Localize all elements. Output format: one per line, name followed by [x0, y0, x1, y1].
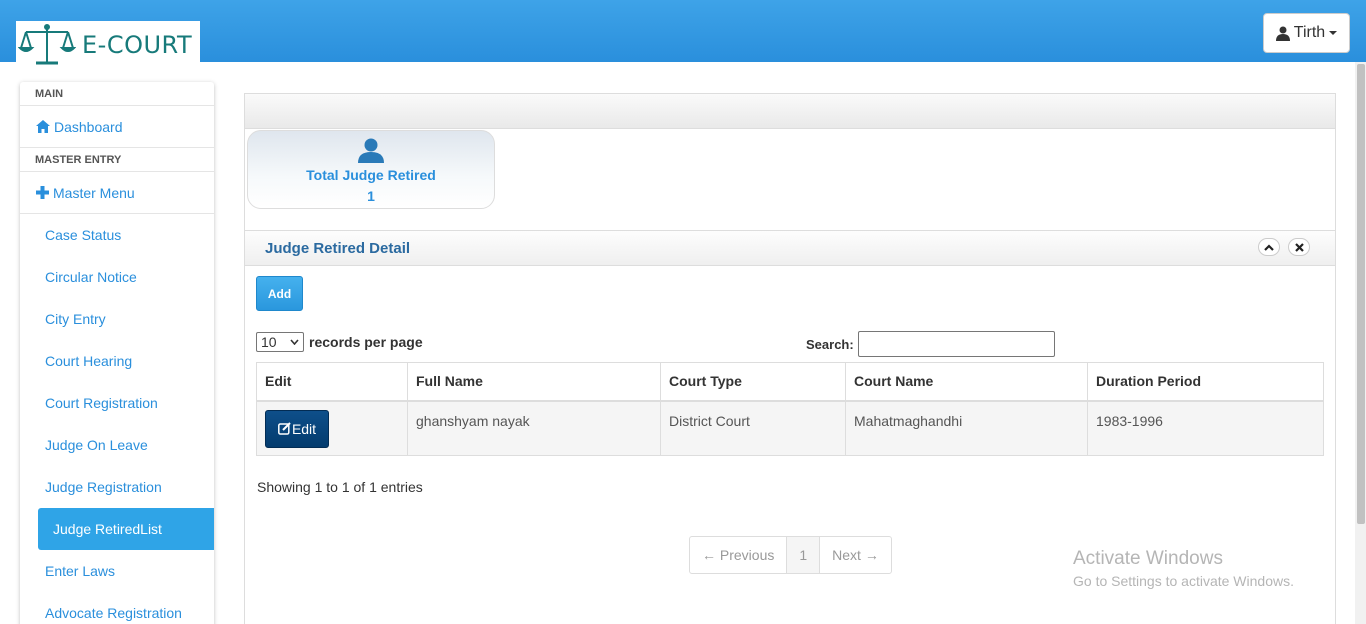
sidebar-item-judge-on-leave[interactable]: Judge On Leave [20, 424, 214, 466]
main-content: Total Judge Retired 1 Judge Retired Deta… [244, 93, 1336, 624]
chevron-down-icon [290, 339, 299, 345]
column-header-full-name[interactable]: Full Name [407, 362, 661, 402]
user-icon [358, 137, 384, 166]
pagination: ← Previous 1 Next → [689, 536, 892, 574]
top-navbar [0, 0, 1366, 62]
plus-icon [36, 186, 49, 199]
panel-header: Judge Retired Detail [245, 231, 1335, 266]
close-panel-button[interactable] [1288, 238, 1310, 256]
sidebar-item-label: Judge RetiredList [53, 521, 162, 537]
column-header-court-name[interactable]: Court Name [845, 362, 1088, 402]
sidebar-item-label: Enter Laws [45, 563, 116, 579]
cell-full-name: ghanshyam nayak [407, 400, 661, 456]
cell-court-type: District Court [660, 400, 846, 456]
records-per-page: 10 records per page [256, 332, 423, 352]
sidebar-section-master: MASTER ENTRY [20, 148, 214, 172]
sidebar-item-label: Judge On Leave [45, 437, 148, 453]
collapse-button[interactable] [1258, 238, 1280, 256]
user-menu-button[interactable]: Tirth [1263, 13, 1350, 53]
user-name: Tirth [1293, 24, 1326, 41]
user-icon [1275, 26, 1290, 41]
sidebar-item-label: Court Registration [45, 395, 158, 411]
records-per-page-label: records per page [309, 334, 423, 350]
column-header-edit[interactable]: Edit [256, 362, 408, 402]
sidebar-section-main: MAIN [20, 82, 214, 106]
breadcrumb-bar [245, 94, 1335, 129]
sidebar-item-court-hearing[interactable]: Court Hearing [20, 340, 214, 382]
close-icon [1294, 242, 1304, 252]
edit-button-label: Edit [291, 420, 317, 437]
sidebar-item-advocate-registration[interactable]: Advocate Registration [20, 592, 214, 624]
chevron-up-icon [1264, 243, 1274, 251]
logo-text: E-COURT [82, 31, 193, 59]
scales-of-justice-icon [18, 24, 76, 65]
sidebar-item-label: Court Hearing [45, 353, 133, 369]
cell-court-name: Mahatmaghandhi [845, 400, 1088, 456]
search-label: Search: [806, 336, 854, 352]
next-page-button[interactable]: Next → [820, 537, 891, 573]
sidebar-item-label: Master Menu [53, 184, 135, 201]
page-1-button[interactable]: 1 [786, 537, 821, 573]
sidebar-item-label: Case Status [45, 227, 122, 243]
cell-edit: Edit [256, 400, 408, 456]
column-header-court-type[interactable]: Court Type [660, 362, 846, 402]
home-icon [36, 120, 50, 133]
judge-retired-table: Edit Full Name Court Type Court Name Dur… [256, 362, 1324, 456]
cell-duration: 1983-1996 [1087, 400, 1324, 456]
records-per-page-select[interactable]: 10 [256, 332, 304, 352]
panel-title: Judge Retired Detail [265, 239, 411, 257]
caret-down-icon [1329, 31, 1338, 35]
app-logo[interactable]: E-COURT [16, 21, 200, 69]
stat-title: Total Judge Retired [306, 167, 436, 183]
sidebar-item-circular-notice[interactable]: Circular Notice [20, 256, 214, 298]
records-per-page-value: 10 [261, 334, 277, 350]
search-input[interactable] [857, 331, 1055, 357]
windows-activation-watermark: Activate Windows Go to Settings to activ… [1073, 548, 1294, 589]
stat-total-judge-retired[interactable]: Total Judge Retired 1 [247, 130, 495, 209]
table-row: Edit ghanshyam nayak District Court Maha… [256, 400, 1324, 456]
sidebar-item-case-status[interactable]: Case Status [20, 214, 214, 256]
sidebar-item-label: Advocate Registration [45, 605, 182, 621]
edit-button[interactable]: Edit [265, 409, 329, 448]
sidebar-item-label: Judge Registration [45, 479, 162, 495]
column-header-duration-period[interactable]: Duration Period [1087, 362, 1324, 402]
watermark-subtitle: Go to Settings to activate Windows. [1073, 573, 1294, 589]
watermark-title: Activate Windows [1073, 548, 1223, 569]
sidebar: MAIN Dashboard MASTER ENTRY Master Menu … [20, 82, 214, 624]
sidebar-item-judge-registration[interactable]: Judge Registration [20, 466, 214, 508]
sidebar-item-judge-retiredlist[interactable]: Judge RetiredList [38, 508, 214, 550]
edit-icon [277, 422, 291, 435]
scrollbar-thumb[interactable] [1357, 64, 1365, 524]
sidebar-item-city-entry[interactable]: City Entry [20, 298, 214, 340]
add-button[interactable]: Add [256, 276, 303, 311]
sidebar-item-label: Circular Notice [45, 269, 137, 285]
sidebar-item-master-menu[interactable]: Master Menu [20, 172, 214, 214]
stat-value: 1 [367, 188, 375, 204]
sidebar-item-label: City Entry [45, 311, 106, 327]
sidebar-item-court-registration[interactable]: Court Registration [20, 382, 214, 424]
sidebar-item-dashboard[interactable]: Dashboard [20, 106, 214, 148]
table-header-row: Edit Full Name Court Type Court Name Dur… [256, 362, 1324, 402]
previous-page-button[interactable]: ← Previous [690, 537, 786, 573]
search-box: Search: [806, 331, 1055, 357]
sidebar-item-label: Dashboard [54, 118, 123, 135]
sidebar-item-enter-laws[interactable]: Enter Laws [20, 550, 214, 592]
table-info: Showing 1 to 1 of 1 entries [257, 479, 423, 495]
